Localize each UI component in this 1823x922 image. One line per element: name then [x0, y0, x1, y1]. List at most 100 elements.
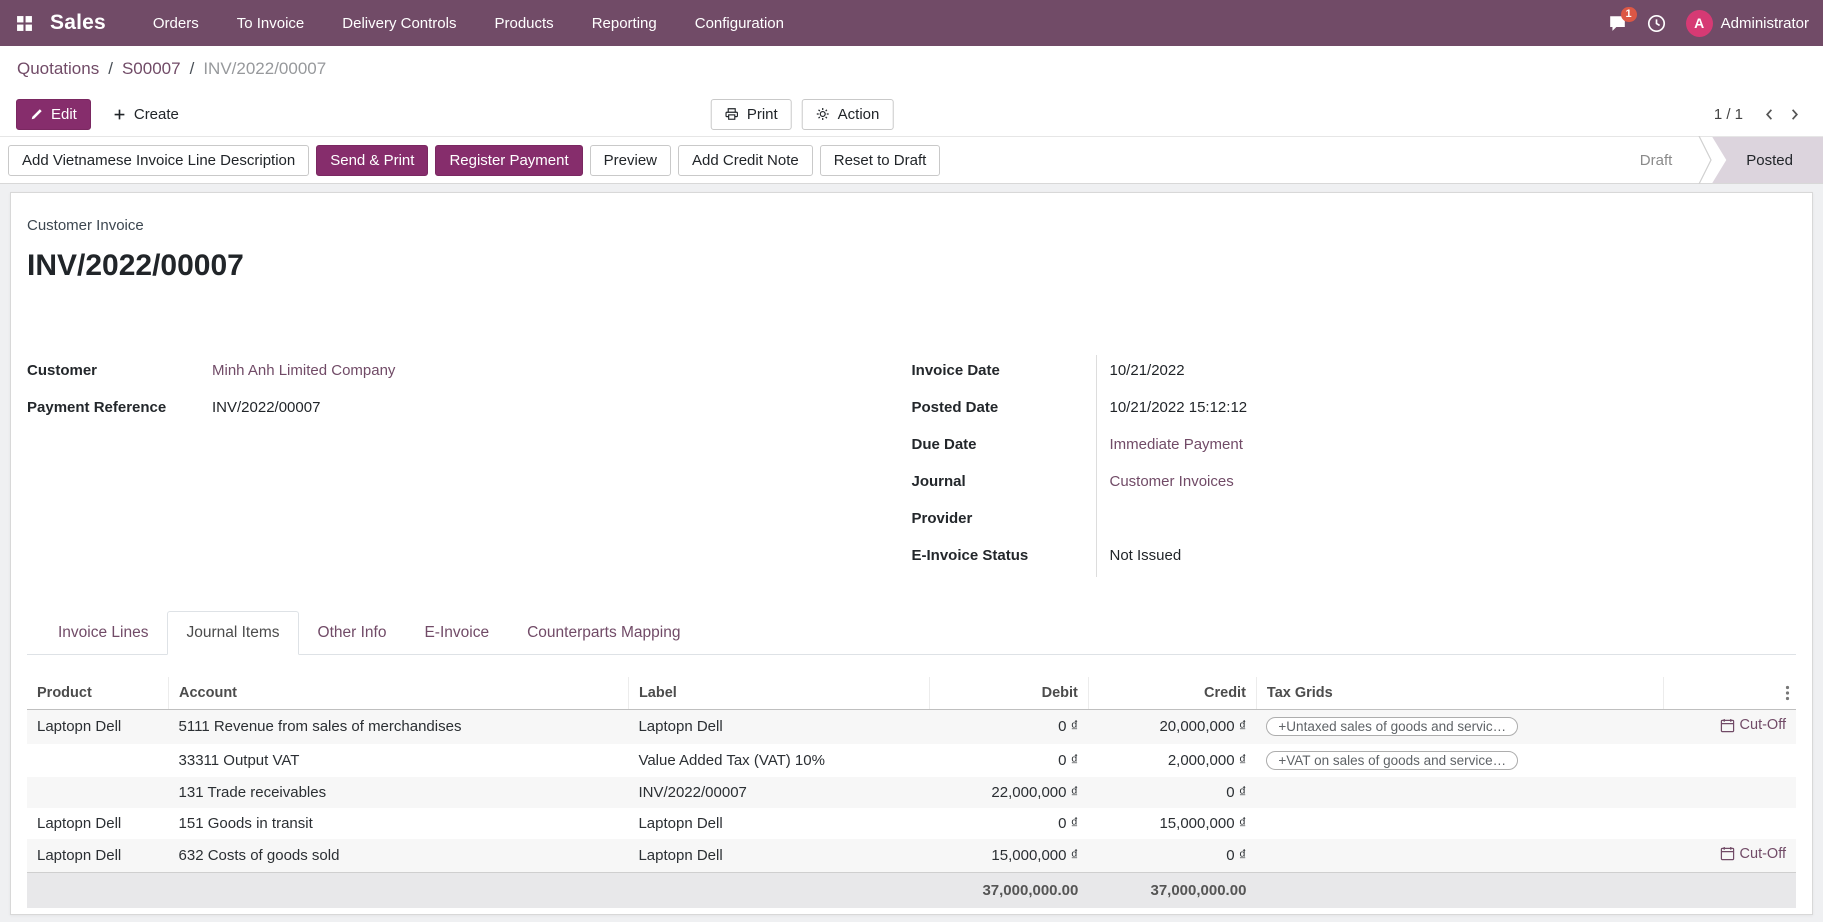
- breadcrumb-separator: /: [190, 59, 195, 79]
- tab-journal-items[interactable]: Journal Items: [167, 611, 298, 655]
- menu-item-orders[interactable]: Orders: [134, 0, 218, 46]
- breadcrumb-link-quotations[interactable]: Quotations: [17, 59, 99, 79]
- cutoff-button[interactable]: Cut-Off: [1720, 846, 1786, 862]
- status-step-draft[interactable]: Draft: [1614, 137, 1699, 183]
- avatar: A: [1686, 10, 1713, 37]
- menu-item-to-invoice[interactable]: To Invoice: [218, 0, 324, 46]
- action-button[interactable]: Action: [802, 99, 894, 130]
- menu-item-reporting[interactable]: Reporting: [573, 0, 676, 46]
- content-area: Customer Invoice INV/2022/00007 Customer…: [0, 184, 1823, 922]
- pager-count: 1 / 1: [1714, 106, 1743, 123]
- tax-grid-tag[interactable]: +VAT on sales of goods and service…: [1266, 751, 1518, 770]
- menu-item-configuration[interactable]: Configuration: [676, 0, 803, 46]
- statusbar: Add Vietnamese Invoice Line Description …: [0, 136, 1823, 184]
- tab-invoice-lines[interactable]: Invoice Lines: [39, 611, 167, 655]
- create-button-label: Create: [134, 106, 179, 123]
- cell-cutoff: Cut-Off: [1663, 710, 1796, 744]
- register-payment-button[interactable]: Register Payment: [435, 145, 582, 176]
- breadcrumb-link-s00007[interactable]: S00007: [122, 59, 181, 79]
- field-row-due-date: Due Date Immediate Payment: [912, 429, 1337, 466]
- cutoff-button-label: Cut-Off: [1740, 846, 1786, 862]
- column-header-product[interactable]: Product: [27, 677, 169, 710]
- chevron-left-icon: [1762, 107, 1777, 122]
- field-group-left: Customer Minh Anh Limited Company Paymen…: [27, 355, 912, 577]
- due-date-value-link[interactable]: Immediate Payment: [1110, 429, 1243, 466]
- send-and-print-button[interactable]: Send & Print: [316, 145, 428, 176]
- column-options-icon[interactable]: [1785, 685, 1790, 701]
- table-row[interactable]: Laptopn Dell 632 Costs of goods sold Lap…: [27, 839, 1796, 873]
- menu-item-delivery-controls[interactable]: Delivery Controls: [323, 0, 475, 46]
- cell-label: Laptopn Dell: [628, 839, 929, 873]
- invoice-form-sheet: Customer Invoice INV/2022/00007 Customer…: [10, 192, 1813, 915]
- cell-credit: 20,000,000 ₫: [1088, 710, 1256, 744]
- status-step-posted[interactable]: Posted: [1712, 137, 1823, 183]
- column-header-extra: [1663, 677, 1796, 710]
- column-header-tax-grids[interactable]: Tax Grids: [1256, 677, 1663, 710]
- total-credit: 37,000,000.00: [1088, 873, 1256, 909]
- cell-label: Value Added Tax (VAT) 10%: [628, 744, 929, 777]
- reset-to-draft-button[interactable]: Reset to Draft: [820, 145, 941, 176]
- pager-previous-button[interactable]: [1757, 104, 1782, 125]
- pager: 1 / 1: [1714, 104, 1807, 125]
- control-panel: Edit Create Print Action 1 / 1: [0, 92, 1823, 136]
- cell-cutoff: [1663, 808, 1796, 839]
- column-header-account[interactable]: Account: [169, 677, 629, 710]
- pager-next-button[interactable]: [1782, 104, 1807, 125]
- due-date-label: Due Date: [912, 429, 1097, 466]
- create-button[interactable]: Create: [99, 99, 193, 130]
- column-header-debit[interactable]: Debit: [929, 677, 1088, 710]
- action-button-label: Action: [838, 106, 880, 123]
- cell-cutoff: Cut-Off: [1663, 839, 1796, 873]
- cell-debit: 0 ₫: [929, 808, 1088, 839]
- systray: 1 A Administrator: [1608, 10, 1823, 37]
- messages-button[interactable]: 1: [1608, 14, 1627, 32]
- journal-value-link[interactable]: Customer Invoices: [1110, 466, 1234, 503]
- app-brand[interactable]: Sales: [50, 11, 106, 35]
- table-header-row: Product Account Label Debit Credit Tax G…: [27, 677, 1796, 710]
- tab-e-invoice[interactable]: E-Invoice: [405, 611, 508, 655]
- preview-button[interactable]: Preview: [590, 145, 671, 176]
- cutoff-button[interactable]: Cut-Off: [1720, 717, 1786, 733]
- activities-button[interactable]: [1647, 14, 1666, 33]
- invoice-date-label: Invoice Date: [912, 355, 1097, 392]
- table-row[interactable]: 131 Trade receivables INV/2022/00007 22,…: [27, 777, 1796, 808]
- column-header-label[interactable]: Label: [628, 677, 929, 710]
- total-debit: 37,000,000.00: [929, 873, 1088, 909]
- print-button[interactable]: Print: [711, 99, 792, 130]
- user-menu[interactable]: A Administrator: [1686, 10, 1809, 37]
- invoice-title: INV/2022/00007: [27, 249, 1796, 283]
- edit-button[interactable]: Edit: [16, 99, 91, 130]
- statusbar-buttons: Add Vietnamese Invoice Line Description …: [8, 145, 940, 176]
- column-header-credit[interactable]: Credit: [1088, 677, 1256, 710]
- add-credit-note-button[interactable]: Add Credit Note: [678, 145, 813, 176]
- status-steps: Draft Posted: [1614, 137, 1823, 183]
- cell-product: Laptopn Dell: [27, 839, 169, 873]
- table-row[interactable]: Laptopn Dell 151 Goods in transit Laptop…: [27, 808, 1796, 839]
- chevron-right-icon: [1787, 107, 1802, 122]
- apps-menu-button[interactable]: [0, 0, 48, 46]
- user-name: Administrator: [1721, 15, 1809, 32]
- record-actions: Edit Create: [16, 99, 193, 130]
- tab-counterparts-mapping[interactable]: Counterparts Mapping: [508, 611, 699, 655]
- cell-label: Laptopn Dell: [628, 710, 929, 744]
- menu-item-products[interactable]: Products: [475, 0, 572, 46]
- cell-product: Laptopn Dell: [27, 808, 169, 839]
- breadcrumb: Quotations / S00007 / INV/2022/00007: [0, 46, 1823, 92]
- tab-other-info[interactable]: Other Info: [299, 611, 406, 655]
- print-button-label: Print: [747, 106, 778, 123]
- cell-account: 151 Goods in transit: [169, 808, 629, 839]
- field-row-provider: Provider: [912, 503, 1337, 540]
- journal-label: Journal: [912, 466, 1097, 503]
- table-row[interactable]: 33311 Output VAT Value Added Tax (VAT) 1…: [27, 744, 1796, 777]
- posted-date-value: 10/21/2022 15:12:12: [1110, 392, 1248, 429]
- field-row-payment-reference: Payment Reference INV/2022/00007: [27, 392, 912, 429]
- cell-account: 131 Trade receivables: [169, 777, 629, 808]
- customer-value-link[interactable]: Minh Anh Limited Company: [212, 355, 395, 392]
- cell-label: Laptopn Dell: [628, 808, 929, 839]
- tax-grid-tag[interactable]: +Untaxed sales of goods and servic…: [1266, 717, 1518, 736]
- add-vietnamese-invoice-line-description-button[interactable]: Add Vietnamese Invoice Line Description: [8, 145, 309, 176]
- field-row-posted-date: Posted Date 10/21/2022 15:12:12: [912, 392, 1337, 429]
- cell-debit: 15,000,000 ₫: [929, 839, 1088, 873]
- table-row[interactable]: Laptopn Dell 5111 Revenue from sales of …: [27, 710, 1796, 744]
- posted-date-label: Posted Date: [912, 392, 1097, 429]
